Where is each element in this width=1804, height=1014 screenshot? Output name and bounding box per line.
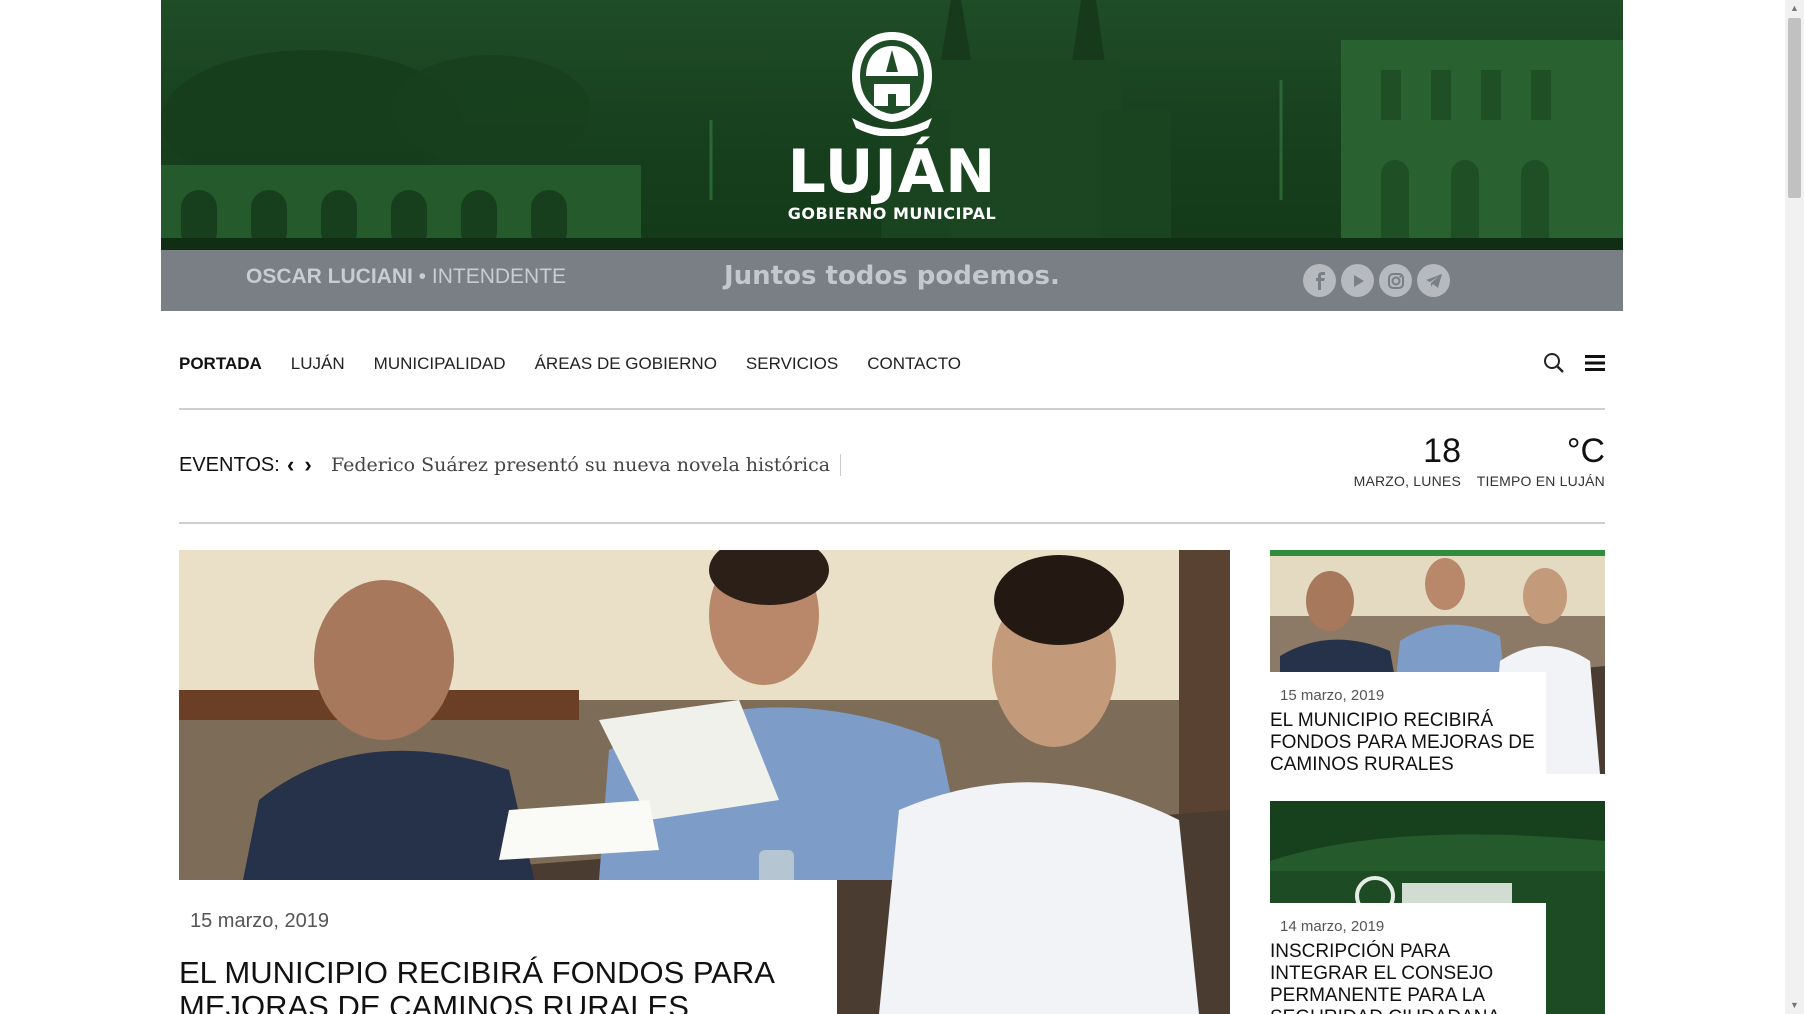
- mayor-role: • INTENDENTE: [412, 265, 567, 288]
- nav-item-servicios[interactable]: SERVICIOS: [746, 354, 838, 374]
- mayor-name: OSCAR LUCIANI: [246, 265, 413, 288]
- scroll-up-arrow-icon[interactable]: ▲: [1785, 0, 1804, 17]
- page-scrollbar[interactable]: ▲ ▼: [1785, 0, 1804, 1014]
- ticker-next-button[interactable]: ›: [304, 452, 311, 478]
- nav-item-lujan[interactable]: LUJÁN: [291, 354, 345, 374]
- nav-item-portada[interactable]: PORTADA: [179, 354, 262, 374]
- weather-widget: °C TIEMPO EN LUJÁN: [1469, 433, 1605, 489]
- featured-article-date: 15 marzo, 2019: [190, 910, 329, 932]
- mayor-label: OSCAR LUCIANI • INTENDENTE: [246, 265, 566, 289]
- slogan: Juntos todos podemos.: [724, 261, 1060, 291]
- hamburger-menu-icon[interactable]: [1585, 354, 1605, 372]
- social-links: [1303, 264, 1450, 297]
- main-nav: PORTADA LUJÁN MUNICIPALIDAD ÁREAS DE GOB…: [179, 340, 1605, 410]
- featured-article-title[interactable]: EL MUNICIPIO RECIBIRÁ FONDOS PARA MEJORA…: [179, 956, 819, 1014]
- nav-item-contacto[interactable]: CONTACTO: [867, 354, 961, 374]
- weather-temp-unit: °C: [1566, 432, 1605, 470]
- header-banner: LUJÁN GOBIERNO MUNICIPAL: [161, 0, 1623, 250]
- weather-label: TIEMPO EN LUJÁN: [1476, 473, 1605, 489]
- telegram-icon[interactable]: [1417, 264, 1450, 297]
- news-card-title[interactable]: EL MUNICIPIO RECIBIRÁ FONDOS PARA MEJORA…: [1270, 710, 1546, 774]
- featured-article-caption: 15 marzo, 2019 EL MUNICIPIO RECIBIRÁ FON…: [179, 880, 837, 1014]
- ticker-arrows: ‹ ›: [287, 452, 312, 478]
- youtube-icon[interactable]: [1341, 264, 1374, 297]
- ticker-prev-button[interactable]: ‹: [287, 452, 294, 478]
- scrollbar-thumb[interactable]: [1788, 18, 1801, 198]
- instagram-icon[interactable]: [1379, 264, 1412, 297]
- crest-icon: [852, 32, 932, 136]
- site-logo[interactable]: LUJÁN GOBIERNO MUNICIPAL: [161, 28, 1623, 223]
- news-card[interactable]: 15 marzo, 2019 EL MUNICIPIO RECIBIRÁ FON…: [1270, 550, 1605, 774]
- search-icon[interactable]: [1543, 352, 1565, 374]
- news-card-date: 14 marzo, 2019: [1280, 918, 1385, 935]
- date-label: MARZO, LUNES: [1353, 473, 1461, 489]
- news-card-caption: 15 marzo, 2019 EL MUNICIPIO RECIBIRÁ FON…: [1270, 672, 1546, 774]
- events-ticker: EVENTOS: ‹ › Federico Suárez presentó su…: [179, 411, 1605, 524]
- nav-item-areas-de-gobierno[interactable]: ÁREAS DE GOBIERNO: [535, 354, 717, 374]
- news-card-date: 15 marzo, 2019: [1280, 687, 1385, 704]
- events-label: EVENTOS:: [179, 454, 280, 476]
- date-day: 18: [1423, 432, 1461, 470]
- header-subbar: OSCAR LUCIANI • INTENDENTE Juntos todos …: [161, 250, 1623, 311]
- news-card-title[interactable]: INSCRIPCIÓN PARA INTEGRAR EL CONSEJO PER…: [1270, 941, 1546, 1014]
- logo-subtitle: GOBIERNO MUNICIPAL: [787, 204, 997, 223]
- nav-menu: PORTADA LUJÁN MUNICIPALIDAD ÁREAS DE GOB…: [179, 354, 961, 374]
- nav-item-municipalidad[interactable]: MUNICIPALIDAD: [374, 354, 506, 374]
- news-card[interactable]: 14 marzo, 2019 INSCRIPCIÓN PARA INTEGRAR…: [1270, 801, 1605, 1014]
- scroll-down-arrow-icon[interactable]: ▼: [1785, 997, 1804, 1014]
- news-card-caption: 14 marzo, 2019 INSCRIPCIÓN PARA INTEGRAR…: [1270, 903, 1546, 1014]
- nav-tools: [1543, 352, 1605, 374]
- facebook-icon[interactable]: [1303, 264, 1336, 297]
- logo-name: LUJÁN: [787, 137, 997, 207]
- featured-article[interactable]: 15 marzo, 2019 EL MUNICIPIO RECIBIRÁ FON…: [179, 550, 1230, 1014]
- date-widget: 18 MARZO, LUNES: [1343, 433, 1461, 489]
- ticker-headline-link[interactable]: Federico Suárez presentó su nueva novela…: [331, 454, 842, 476]
